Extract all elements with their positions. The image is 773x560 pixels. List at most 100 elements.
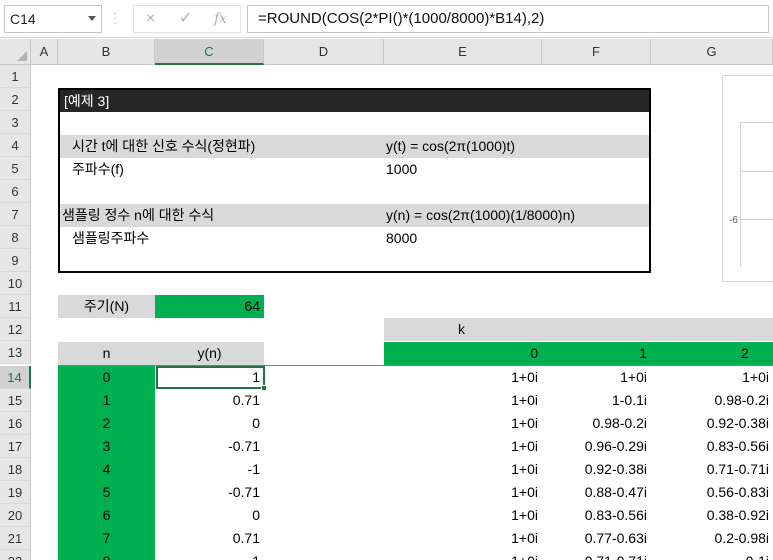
dft-cell[interactable]: 1+0i (384, 389, 542, 412)
n-cell[interactable]: 7 (58, 527, 155, 550)
more-options-icon[interactable]: · · · (113, 9, 117, 29)
freq-value: 1000 (386, 161, 418, 177)
dft-cell[interactable]: 1+0i (384, 527, 542, 550)
dft-cell[interactable]: 0.88-0.47i (542, 481, 651, 504)
insert-function-icon[interactable]: fx (214, 9, 227, 29)
row-header-3[interactable]: 3 (0, 111, 31, 134)
period-value[interactable]: 64 (155, 295, 264, 318)
column-header-c[interactable]: C (155, 39, 264, 65)
n-cell[interactable]: 1 (58, 389, 155, 412)
row-header-13[interactable]: 13 (0, 341, 31, 364)
yn-cell[interactable]: 0 (155, 504, 264, 527)
yn-cell[interactable]: 0 (155, 412, 264, 435)
row-header-19[interactable]: 19 (0, 481, 31, 504)
dft-cell[interactable]: 1-0.1i (542, 389, 651, 412)
dft-cell[interactable]: 1+0i (384, 550, 542, 560)
column-header-d[interactable]: D (264, 39, 384, 65)
row-header-16[interactable]: 16 (0, 412, 31, 435)
row-header-11[interactable]: 11 (0, 295, 31, 318)
row-header-15[interactable]: 15 (0, 389, 31, 412)
dft-cell[interactable]: 0.83-0.56i (542, 504, 651, 527)
fill-handle[interactable] (261, 385, 267, 391)
dft-cell[interactable]: 0.96-0.29i (542, 435, 651, 458)
dft-cell[interactable]: 0.56-0.83i (651, 481, 773, 504)
column-header-e[interactable]: E (384, 39, 542, 65)
dft-cell[interactable]: 0.92-0.38i (542, 458, 651, 481)
enter-icon[interactable]: ✓ (179, 9, 192, 29)
column-header-b[interactable]: B (58, 39, 155, 65)
yn-cell[interactable]: 0.71 (155, 527, 264, 550)
k-header[interactable]: k (384, 318, 773, 341)
yn-cell[interactable]: 1 (155, 550, 264, 560)
n-cell[interactable]: 4 (58, 458, 155, 481)
dft-cell[interactable]: 0.71-0.71i (651, 458, 773, 481)
k-index-0[interactable]: 0 (384, 342, 542, 365)
dft-cell[interactable]: 1+0i (542, 366, 651, 389)
select-all-icon (17, 51, 27, 61)
k-index-1[interactable]: 1 (542, 342, 651, 365)
worksheet-grid[interactable]: [예제 3] 시간 t에 대한 신호 수식(정현파) y(t) = cos(2π… (31, 65, 773, 560)
dft-cell[interactable]: 1+0i (384, 504, 542, 527)
row-header-17[interactable]: 17 (0, 435, 31, 458)
n-cell[interactable]: 2 (58, 412, 155, 435)
dft-cell[interactable]: 0.38-0.92i (651, 504, 773, 527)
row-header-21[interactable]: 21 (0, 527, 31, 550)
n-cell[interactable]: 6 (58, 504, 155, 527)
yn-header[interactable]: y(n) (155, 342, 264, 365)
dft-cell[interactable]: 0.77-0.63i (542, 527, 651, 550)
dft-cell[interactable]: 0.83-0.56i (651, 435, 773, 458)
n-header[interactable]: n (58, 342, 155, 365)
row-header-4[interactable]: 4 (0, 134, 31, 157)
row-header-9[interactable]: 9 (0, 249, 31, 272)
n-cell[interactable]: 8 (58, 550, 155, 560)
n-cell[interactable]: 5 (58, 481, 155, 504)
yn-cell[interactable]: 0.71 (155, 389, 264, 412)
select-all-button[interactable] (0, 39, 31, 65)
row-header-2[interactable]: 2 (0, 88, 31, 111)
row-header-1[interactable]: 1 (0, 65, 31, 88)
dft-cell[interactable]: 0.71-0.71i (542, 550, 651, 560)
name-box-dropdown-icon[interactable] (88, 16, 96, 21)
dft-cell[interactable]: 0-1i (651, 550, 773, 560)
yn-cell[interactable]: -0.71 (155, 435, 264, 458)
row-header-22[interactable]: 22 (0, 550, 31, 560)
yn-cell[interactable]: -1 (155, 458, 264, 481)
signal-label: 시간 t에 대한 신호 수식(정현파) (72, 138, 256, 154)
row-header-5[interactable]: 5 (0, 157, 31, 180)
row-header-12[interactable]: 12 (0, 318, 31, 341)
dft-cell[interactable]: 0.2-0.98i (651, 527, 773, 550)
cancel-icon[interactable]: × (146, 9, 155, 29)
chart-gridline (741, 219, 773, 220)
period-label[interactable]: 주기(N) (58, 295, 155, 318)
dft-cell[interactable]: 1+0i (651, 366, 773, 389)
row-header-7[interactable]: 7 (0, 203, 31, 226)
chart-area[interactable]: -6 (722, 75, 773, 282)
dft-cell[interactable]: 0.92-0.38i (651, 412, 773, 435)
n-cell[interactable]: 0 (58, 366, 155, 389)
column-header-a[interactable]: A (31, 39, 58, 65)
dft-cell[interactable]: 1+0i (384, 458, 542, 481)
dft-cell[interactable]: 0.98-0.2i (651, 389, 773, 412)
formula-input[interactable]: =ROUND(COS(2*PI()*(1000/8000)*B14),2) (247, 5, 769, 33)
row-header-18[interactable]: 18 (0, 458, 31, 481)
column-header-g[interactable]: G (651, 39, 773, 65)
column-header-f[interactable]: F (542, 39, 651, 65)
row-header-8[interactable]: 8 (0, 226, 31, 249)
k-index-2[interactable]: 2 (651, 342, 773, 365)
chart-gridline (741, 171, 773, 172)
row-header-14[interactable]: 14 (0, 366, 31, 389)
row-header-20[interactable]: 20 (0, 504, 31, 527)
dft-cell[interactable]: 1+0i (384, 481, 542, 504)
active-cell-c14[interactable] (156, 366, 265, 389)
n-cell[interactable]: 3 (58, 435, 155, 458)
row-header-6[interactable]: 6 (0, 180, 31, 203)
chart-axis-label: -6 (729, 215, 738, 226)
dft-cell[interactable]: 1+0i (384, 366, 542, 389)
dft-cell[interactable]: 1+0i (384, 412, 542, 435)
yn-cell[interactable]: -0.71 (155, 481, 264, 504)
dft-cell[interactable]: 1+0i (384, 435, 542, 458)
formula-bar: C14 · · · × ✓ fx =ROUND(COS(2*PI()*(1000/8… (0, 0, 773, 38)
example-title: [예제 3] (60, 90, 649, 112)
row-header-10[interactable]: 10 (0, 272, 31, 295)
dft-cell[interactable]: 0.98-0.2i (542, 412, 651, 435)
